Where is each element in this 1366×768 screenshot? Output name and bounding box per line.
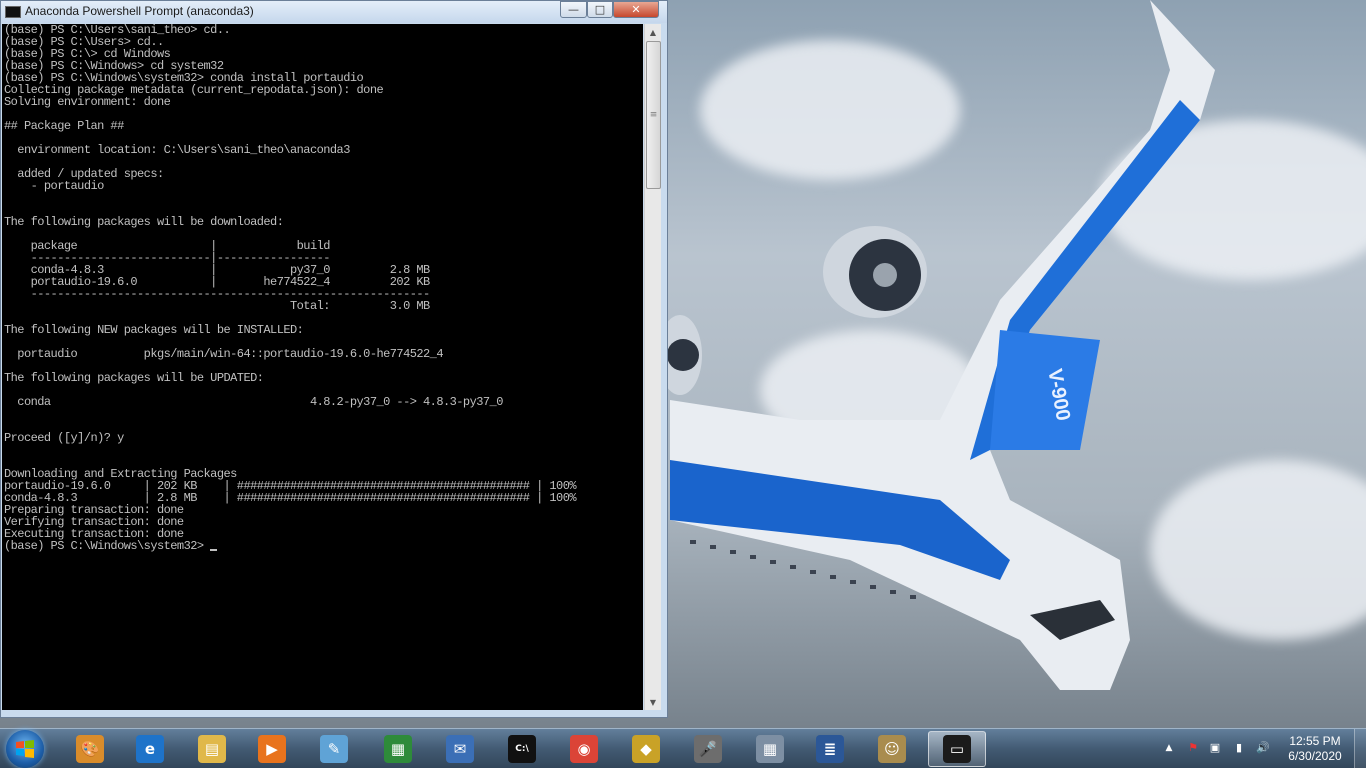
document-icon: ≣ (816, 735, 844, 763)
taskbar-item-chrome[interactable]: ◉ (562, 733, 606, 765)
taskbar-item-notepad[interactable]: ✎ (312, 733, 356, 765)
taskbar-item-document[interactable]: ≣ (808, 733, 852, 765)
scroll-up-arrow-icon[interactable]: ▲ (645, 24, 661, 40)
windows-logo-icon (16, 740, 34, 758)
clock-date: 6/30/2020 (1288, 749, 1342, 763)
title-bar[interactable]: Anaconda Powershell Prompt (anaconda3) —… (1, 1, 667, 23)
scroll-down-arrow-icon[interactable]: ▼ (645, 694, 661, 710)
taskbar-item-calculator[interactable]: ▦ (748, 733, 792, 765)
clock[interactable]: 12:55 PM 6/30/2020 (1280, 734, 1350, 764)
taskbar-item-command-prompt[interactable]: C:\ (500, 733, 544, 765)
show-hidden-icons-icon[interactable]: ▲ (1162, 741, 1176, 755)
device-icon[interactable]: ▣ (1208, 741, 1222, 755)
scroll-thumb[interactable]: ≡ (646, 41, 661, 189)
notepad-icon: ✎ (320, 735, 348, 763)
close-button[interactable]: ✕ (613, 1, 659, 18)
console-text: (base) PS C:\Users\sani_theo> cd.. (base… (4, 24, 577, 553)
maximize-button[interactable]: □ (587, 1, 613, 18)
taskbar-item-file-explorer[interactable]: ▤ (190, 733, 234, 765)
file-explorer-icon: ▤ (198, 735, 226, 763)
robot-icon: ☺ (878, 735, 906, 763)
taskbar-item-microphone[interactable]: 🎤 (686, 733, 730, 765)
microphone-icon: 🎤 (694, 735, 722, 763)
volume-icon[interactable]: 🔊 (1256, 741, 1270, 755)
taskbar-item-paint[interactable]: 🎨 (68, 733, 112, 765)
network-icon[interactable]: ▮ (1232, 741, 1246, 755)
calculator-icon: ▦ (756, 735, 784, 763)
taskbar-item-mail[interactable]: ✉ (438, 733, 482, 765)
vertical-scrollbar[interactable]: ▲ ≡ ▼ (644, 24, 661, 710)
action-center-flag-icon[interactable]: ⚑ (1186, 741, 1200, 755)
console-output[interactable]: (base) PS C:\Users\sani_theo> cd.. (base… (2, 24, 643, 710)
grip-icon: ≡ (649, 110, 658, 120)
start-button[interactable] (6, 730, 44, 768)
spreadsheet-icon: ▦ (384, 735, 412, 763)
console-window[interactable]: Anaconda Powershell Prompt (anaconda3) —… (0, 0, 668, 718)
chrome-icon: ◉ (570, 735, 598, 763)
paint-icon: 🎨 (76, 735, 104, 763)
taskbar-item-spreadsheet[interactable]: ▦ (376, 733, 420, 765)
window-title: Anaconda Powershell Prompt (anaconda3) (25, 4, 254, 18)
taskbar-item-internet-explorer[interactable]: e (128, 733, 172, 765)
media-player-icon: ▶ (258, 735, 286, 763)
minimize-button[interactable]: — (560, 1, 587, 18)
clock-time: 12:55 PM (1289, 734, 1341, 748)
taskbar-item-robot[interactable]: ☺ (870, 733, 914, 765)
taskbar: 🎨 e ▤ ▶ ✎ ▦ ✉ C:\ ◉ ◆ 🎤 ▦ ≣ ☺ ▭ ▲ ⚑ ▣ ▮ 🔊 12:55 PM 6/3… (0, 728, 1366, 768)
taskbar-item-chip[interactable]: ◆ (624, 733, 668, 765)
show-desktop-button[interactable] (1354, 729, 1366, 768)
chip-icon: ◆ (632, 735, 660, 763)
text-cursor (210, 549, 218, 551)
taskbar-item-media-player[interactable]: ▶ (250, 733, 294, 765)
console-icon (5, 6, 21, 18)
internet-explorer-icon: e (136, 735, 164, 763)
powershell-taskbar-icon: ▭ (943, 735, 971, 763)
mail-icon: ✉ (446, 735, 474, 763)
taskbar-item-powershell-taskbar[interactable]: ▭ (928, 731, 986, 767)
command-prompt-icon: C:\ (508, 735, 536, 763)
